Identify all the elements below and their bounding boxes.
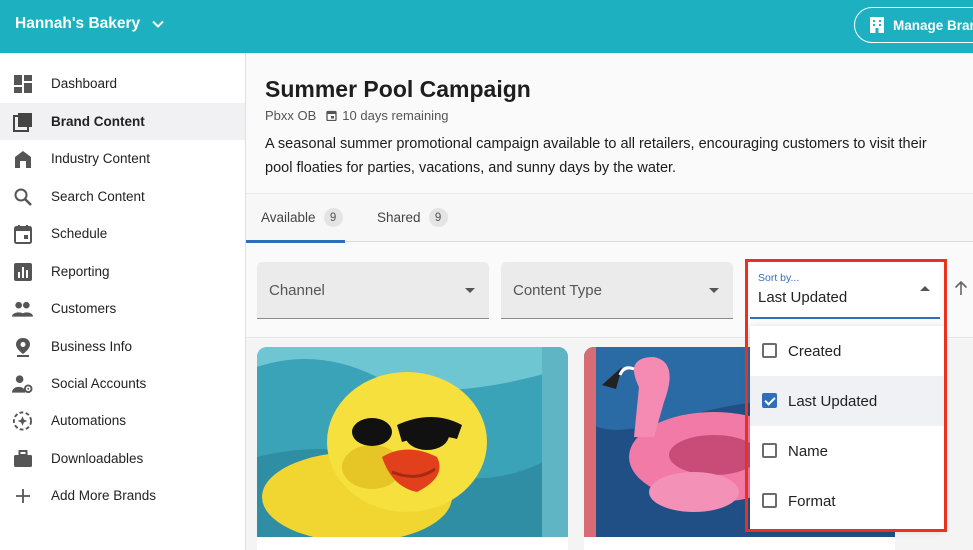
sidebar-item-industry-content[interactable]: Industry Content: [0, 140, 245, 177]
campaign-owner: Pbxx OB: [265, 108, 317, 123]
sidebar-item-label: Brand Content: [51, 114, 145, 129]
brand-switcher[interactable]: Hannah's Bakery: [15, 15, 164, 33]
sidebar-item-label: Add More Brands: [51, 488, 157, 503]
sort-options-menu: Created Last Updated Name Format: [750, 326, 944, 529]
sidebar-item-downloadables[interactable]: Downloadables: [0, 440, 245, 477]
tab-count-badge: 9: [323, 208, 343, 227]
sort-by-value: Last Updated: [758, 289, 848, 306]
tab-count-badge: 9: [428, 208, 448, 227]
sidebar-item-label: Schedule: [51, 226, 108, 241]
checkbox-checked[interactable]: [762, 393, 777, 408]
sort-option-last-updated[interactable]: Last Updated: [750, 376, 944, 426]
person-gear-icon: [12, 373, 33, 394]
checkbox[interactable]: [762, 443, 777, 458]
sidebar-item-reporting[interactable]: Reporting: [0, 253, 245, 290]
sidebar-item-label: Social Accounts: [51, 376, 147, 391]
tab-available[interactable]: Available 9: [261, 208, 343, 227]
filter-bar: Channel Content Type Sort by... Last Upd…: [246, 243, 973, 338]
rubber-duck-float-image: [257, 347, 568, 537]
sort-option-created[interactable]: Created: [750, 326, 944, 376]
brand-name: Hannah's Bakery: [15, 15, 141, 32]
sidebar-item-label: Search Content: [51, 189, 145, 204]
page-title: Summer Pool Campaign: [265, 76, 531, 102]
location-pin-icon: [12, 336, 33, 357]
calendar-icon: [326, 110, 337, 121]
sidebar: Dashboard Brand Content Industry Content…: [0, 53, 246, 550]
manage-brands-button[interactable]: Manage Brands: [854, 7, 973, 43]
search-icon: [12, 186, 33, 207]
sidebar-item-label: Downloadables: [51, 451, 144, 466]
sort-by-select[interactable]: Sort by... Last Updated: [750, 262, 940, 319]
plus-icon: [12, 485, 33, 506]
manage-brands-label: Manage Brands: [893, 17, 973, 33]
sort-option-name[interactable]: Name: [750, 426, 944, 476]
sidebar-item-add-more-brands[interactable]: Add More Brands: [0, 477, 245, 514]
sidebar-item-label: Reporting: [51, 264, 110, 279]
caret-down-icon: [709, 288, 719, 293]
library-icon: [12, 111, 33, 132]
campaign-remaining: 10 days remaining: [342, 108, 449, 123]
sort-direction-button[interactable]: [954, 280, 968, 301]
briefcase-icon: [12, 448, 33, 469]
sidebar-item-label: Automations: [51, 413, 127, 428]
sidebar-item-automations[interactable]: Automations: [0, 402, 245, 439]
arrow-up-icon: [954, 280, 968, 295]
caret-up-icon: [920, 286, 930, 291]
building-icon: [870, 17, 884, 33]
sidebar-item-label: Customers: [51, 301, 117, 316]
channel-select[interactable]: Channel: [257, 262, 489, 319]
sidebar-item-search-content[interactable]: Search Content: [0, 178, 245, 215]
content-type-select[interactable]: Content Type: [501, 262, 733, 319]
dashboard-icon: [12, 73, 33, 94]
sidebar-item-dashboard[interactable]: Dashboard: [0, 65, 245, 102]
sidebar-item-brand-content[interactable]: Brand Content: [0, 103, 245, 140]
sidebar-item-schedule[interactable]: Schedule: [0, 215, 245, 252]
sidebar-item-label: Business Info: [51, 339, 133, 354]
content-tabs: Available 9 Shared 9: [246, 193, 973, 243]
store-icon: [12, 148, 33, 169]
sidebar-item-social-accounts[interactable]: Social Accounts: [0, 365, 245, 402]
sort-option-format[interactable]: Format: [750, 476, 944, 526]
campaign-meta: Pbxx OB 10 days remaining: [265, 108, 449, 123]
sidebar-item-business-info[interactable]: Business Info: [0, 328, 245, 365]
people-icon: [12, 298, 33, 319]
sidebar-item-label: Industry Content: [51, 151, 151, 166]
campaign-header: Summer Pool Campaign Pbxx OB 10 days rem…: [246, 53, 973, 193]
tab-shared[interactable]: Shared 9: [377, 208, 448, 227]
checkbox[interactable]: [762, 493, 777, 508]
top-app-bar: Hannah's Bakery Manage Brands: [0, 0, 973, 53]
chart-icon: [12, 261, 33, 282]
sidebar-item-label: Dashboard: [51, 76, 118, 91]
campaign-description: A seasonal summer promotional campaign a…: [265, 136, 927, 176]
checkbox[interactable]: [762, 343, 777, 358]
chevron-down-icon: [152, 20, 164, 28]
caret-down-icon: [465, 288, 475, 293]
automation-icon: [12, 410, 33, 431]
sidebar-item-customers[interactable]: Customers: [0, 290, 245, 327]
content-card[interactable]: [257, 347, 568, 550]
calendar-icon: [12, 223, 33, 244]
sort-by-label: Sort by...: [758, 272, 800, 284]
